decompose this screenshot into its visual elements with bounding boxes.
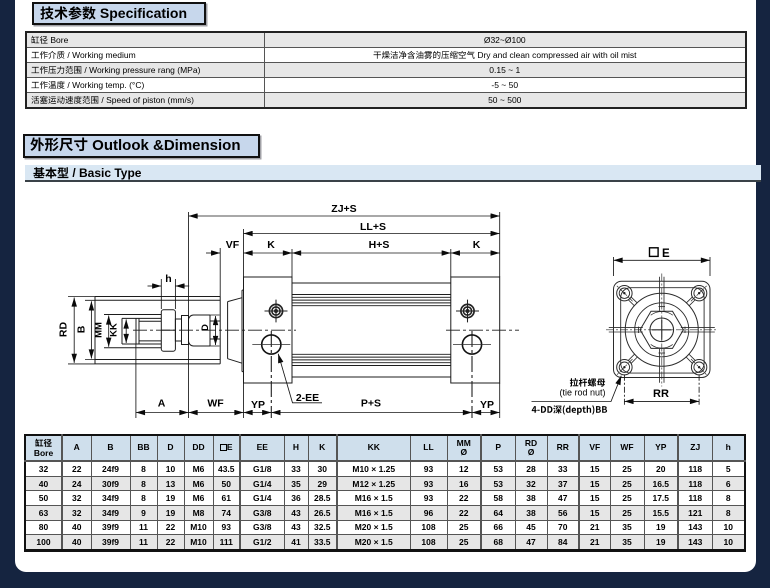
svg-text:K: K bbox=[473, 239, 481, 251]
svg-text:K: K bbox=[267, 239, 275, 251]
svg-text:A: A bbox=[158, 398, 166, 410]
svg-text:WF: WF bbox=[207, 398, 224, 410]
svg-text:(tie rod nut): (tie rod nut) bbox=[559, 388, 605, 398]
svg-text:h: h bbox=[165, 273, 171, 285]
svg-text:2-EE: 2-EE bbox=[296, 392, 319, 404]
svg-text:MM: MM bbox=[94, 322, 105, 338]
svg-text:RR: RR bbox=[653, 388, 669, 400]
svg-text:YP: YP bbox=[480, 399, 494, 411]
svg-text:E: E bbox=[662, 248, 670, 260]
svg-text:P+S: P+S bbox=[361, 398, 381, 410]
svg-text:H+S: H+S bbox=[369, 239, 390, 251]
svg-text:KK: KK bbox=[109, 323, 120, 337]
svg-text:LL+S: LL+S bbox=[360, 221, 386, 233]
svg-text:ZJ+S: ZJ+S bbox=[331, 203, 356, 215]
svg-text:VF: VF bbox=[226, 239, 240, 251]
svg-text:RD: RD bbox=[58, 322, 70, 338]
svg-text:D: D bbox=[200, 324, 211, 331]
svg-text:YP: YP bbox=[251, 399, 265, 411]
svg-text:B: B bbox=[76, 325, 88, 333]
